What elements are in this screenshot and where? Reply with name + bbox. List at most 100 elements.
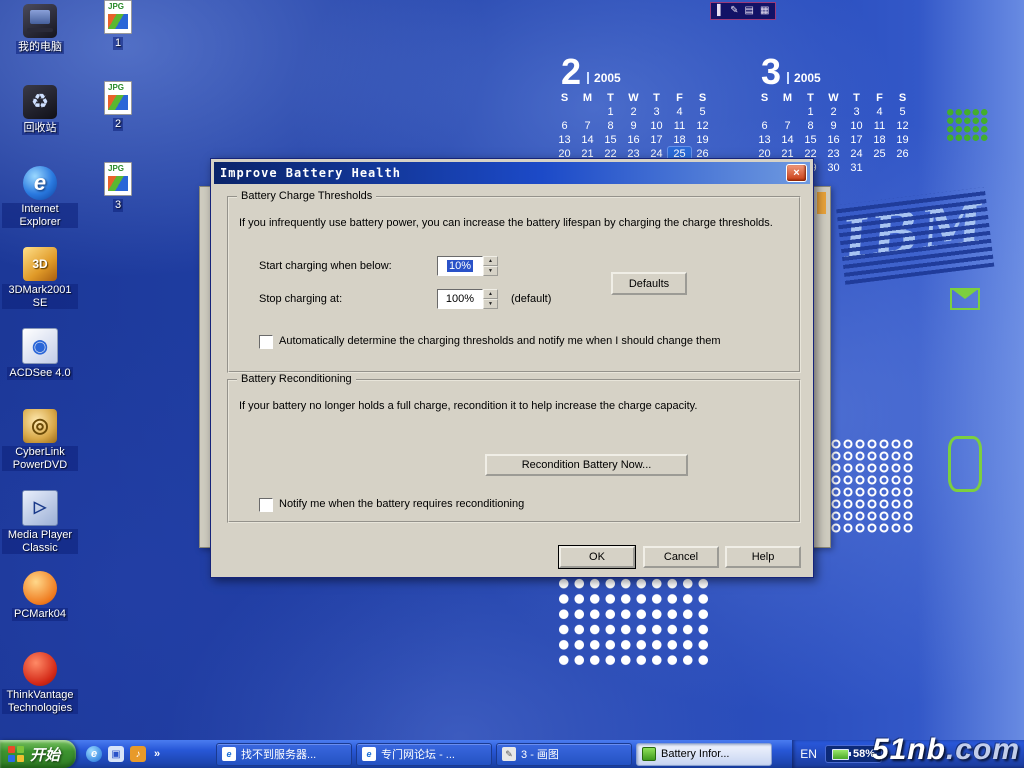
auto-thresholds-label: Automatically determine the charging thr… bbox=[279, 335, 720, 347]
gauge-fragment bbox=[817, 192, 826, 214]
calendar-day-header: S bbox=[753, 91, 776, 105]
stop-charging-value: 100% bbox=[446, 293, 474, 305]
battery-outline-icon bbox=[948, 436, 982, 492]
wallpaper-ring-dots-pattern bbox=[818, 438, 914, 534]
taskbar-task[interactable]: e专门网论坛 - ... bbox=[356, 743, 492, 766]
calendar-month-number: 3 bbox=[761, 57, 781, 87]
calendar-date: 9 bbox=[622, 119, 645, 133]
icon-label: Internet Explorer bbox=[2, 203, 78, 228]
calendar-date: 19 bbox=[891, 133, 914, 147]
spin-down-icon[interactable]: ▼ bbox=[483, 266, 498, 276]
quick-launch-show-desktop-icon[interactable]: ▣ bbox=[108, 746, 124, 762]
start-button[interactable]: 开始 bbox=[0, 740, 76, 768]
calendar-day-header: T bbox=[599, 91, 622, 105]
ie-icon: e bbox=[222, 747, 236, 761]
taskbar-task[interactable]: ✎3 - 画图 bbox=[496, 743, 632, 766]
spin-down-icon[interactable]: ▼ bbox=[483, 299, 498, 309]
calendar-date: 7 bbox=[776, 119, 799, 133]
calendar-grid: SMTWTFS123456789101112131415161718192021… bbox=[553, 91, 714, 161]
calendar-date: 3 bbox=[645, 105, 668, 119]
cancel-button[interactable]: Cancel bbox=[643, 546, 719, 568]
icon-glyph: 3D bbox=[32, 258, 47, 270]
calendar-day-header: T bbox=[845, 91, 868, 105]
icon-label: 2 bbox=[113, 118, 123, 131]
desktop-icon-column-1: 我的电脑♻回收站eInternet Explorer3D3DMark2001 S… bbox=[2, 4, 78, 733]
jpg-file-3-icon: JPG bbox=[104, 162, 132, 196]
desktop-icon-recycle-bin[interactable]: ♻回收站 bbox=[2, 85, 78, 166]
calendar-date: 10 bbox=[645, 119, 668, 133]
calendar-date: 18 bbox=[668, 133, 691, 147]
calendar-empty-cell bbox=[776, 105, 799, 119]
handle-icon[interactable]: ▌ bbox=[717, 4, 724, 18]
calendar-date: 11 bbox=[868, 119, 891, 133]
icon-label: ACDSee 4.0 bbox=[7, 367, 72, 380]
thinkvantage-technologies-icon bbox=[23, 652, 57, 686]
notify-reconditioning-checkbox[interactable] bbox=[259, 498, 273, 512]
pen-icon[interactable]: ✎ bbox=[730, 4, 738, 18]
stop-charging-spinner[interactable]: 100% ▲ ▼ bbox=[437, 289, 498, 309]
floating-toolbar[interactable]: ▌ ✎ ▤ ▦ bbox=[710, 2, 776, 20]
calendar-empty-cell bbox=[553, 105, 576, 119]
desktop: IBM ▌✎▤▦ 我的电脑♻回收站eInternet Explorer3D3DM… bbox=[0, 0, 1024, 768]
task-label: 专门网论坛 - ... bbox=[381, 746, 455, 762]
icon-glyph: ▷ bbox=[34, 500, 46, 516]
dialog-titlebar[interactable]: Improve Battery Health × bbox=[214, 162, 810, 184]
dialog-body: Battery Charge Thresholds If you infrequ… bbox=[214, 184, 810, 576]
desktop-icon-acdsee[interactable]: ◉ACDSee 4.0 bbox=[2, 328, 78, 409]
dialog-title: Improve Battery Health bbox=[220, 166, 786, 180]
desktop-icon-my-computer[interactable]: 我的电脑 bbox=[2, 4, 78, 85]
calendar-date: 8 bbox=[799, 119, 822, 133]
calendar-day-header: F bbox=[668, 91, 691, 105]
quick-launch-media-player-icon[interactable]: ♪ bbox=[130, 746, 146, 762]
desktop-icon-cyberlink-powerdvd[interactable]: ◎CyberLink PowerDVD bbox=[2, 409, 78, 490]
desktop-icon-jpg-file-1[interactable]: JPG1 bbox=[80, 0, 156, 81]
language-indicator[interactable]: EN bbox=[800, 747, 817, 761]
keyboard-icon[interactable]: ▦ bbox=[760, 4, 769, 18]
start-charging-input[interactable]: 10% bbox=[437, 256, 483, 276]
desktop-icon-column-2: JPG1JPG2JPG3 bbox=[80, 0, 156, 243]
help-button[interactable]: Help bbox=[725, 546, 801, 568]
spin-up-icon[interactable]: ▲ bbox=[483, 256, 498, 266]
taskbar-task[interactable]: Battery Infor... bbox=[636, 743, 772, 766]
desktop-icon-pcmark04[interactable]: PCMark04 bbox=[2, 571, 78, 652]
recondition-battery-button[interactable]: Recondition Battery Now... bbox=[485, 454, 688, 476]
spinner-buttons: ▲ ▼ bbox=[483, 289, 498, 309]
defaults-button[interactable]: Defaults bbox=[611, 272, 687, 295]
desktop-icon-thinkvantage-technologies[interactable]: ThinkVantage Technologies bbox=[2, 652, 78, 733]
battery-charge-thresholds-group: Battery Charge Thresholds If you infrequ… bbox=[227, 196, 801, 373]
notify-reconditioning-label: Notify me when the battery requires reco… bbox=[279, 498, 524, 510]
calendar-date: 9 bbox=[822, 119, 845, 133]
calendar-date: 14 bbox=[776, 133, 799, 147]
start-charging-spinner[interactable]: 10% ▲ ▼ bbox=[437, 256, 498, 276]
desktop-icon-internet-explorer[interactable]: eInternet Explorer bbox=[2, 166, 78, 247]
stop-charging-input[interactable]: 100% bbox=[437, 289, 483, 309]
calendar-day-header: M bbox=[776, 91, 799, 105]
tablet-icon[interactable]: ▤ bbox=[744, 4, 753, 18]
desktop-icon-media-player-classic[interactable]: ▷Media Player Classic bbox=[2, 490, 78, 571]
calendar-date: 16 bbox=[822, 133, 845, 147]
desktop-icon-jpg-file-3[interactable]: JPG3 bbox=[80, 162, 156, 243]
quick-launch-chevron-icon[interactable]: » bbox=[152, 746, 162, 762]
calendar-date: 12 bbox=[891, 119, 914, 133]
calendar-date: 14 bbox=[576, 133, 599, 147]
media-player-classic-icon: ▷ bbox=[22, 490, 58, 526]
icon-label: 1 bbox=[113, 37, 123, 50]
calendar-date: 2 bbox=[622, 105, 645, 119]
desktop-icon-3dmark2001-se[interactable]: 3D3DMark2001 SE bbox=[2, 247, 78, 328]
quick-launch-internet-explorer-icon[interactable]: e bbox=[86, 746, 102, 762]
icon-label: 回收站 bbox=[22, 122, 59, 135]
calendar-date: 16 bbox=[622, 133, 645, 147]
calendar-date: 19 bbox=[691, 133, 714, 147]
watermark-part1: 51nb bbox=[872, 733, 946, 766]
desktop-icon-jpg-file-2[interactable]: JPG2 bbox=[80, 81, 156, 162]
taskbar-task[interactable]: e找不到服务器... bbox=[216, 743, 352, 766]
ok-button[interactable]: OK bbox=[559, 546, 635, 568]
close-button[interactable]: × bbox=[786, 164, 807, 182]
calendar-date: 18 bbox=[868, 133, 891, 147]
start-label: 开始 bbox=[30, 744, 60, 765]
icon-label: PCMark04 bbox=[12, 608, 68, 621]
spin-up-icon[interactable]: ▲ bbox=[483, 289, 498, 299]
auto-thresholds-checkbox[interactable] bbox=[259, 335, 273, 349]
calendar-day-header: S bbox=[891, 91, 914, 105]
calendar-day-header: M bbox=[576, 91, 599, 105]
